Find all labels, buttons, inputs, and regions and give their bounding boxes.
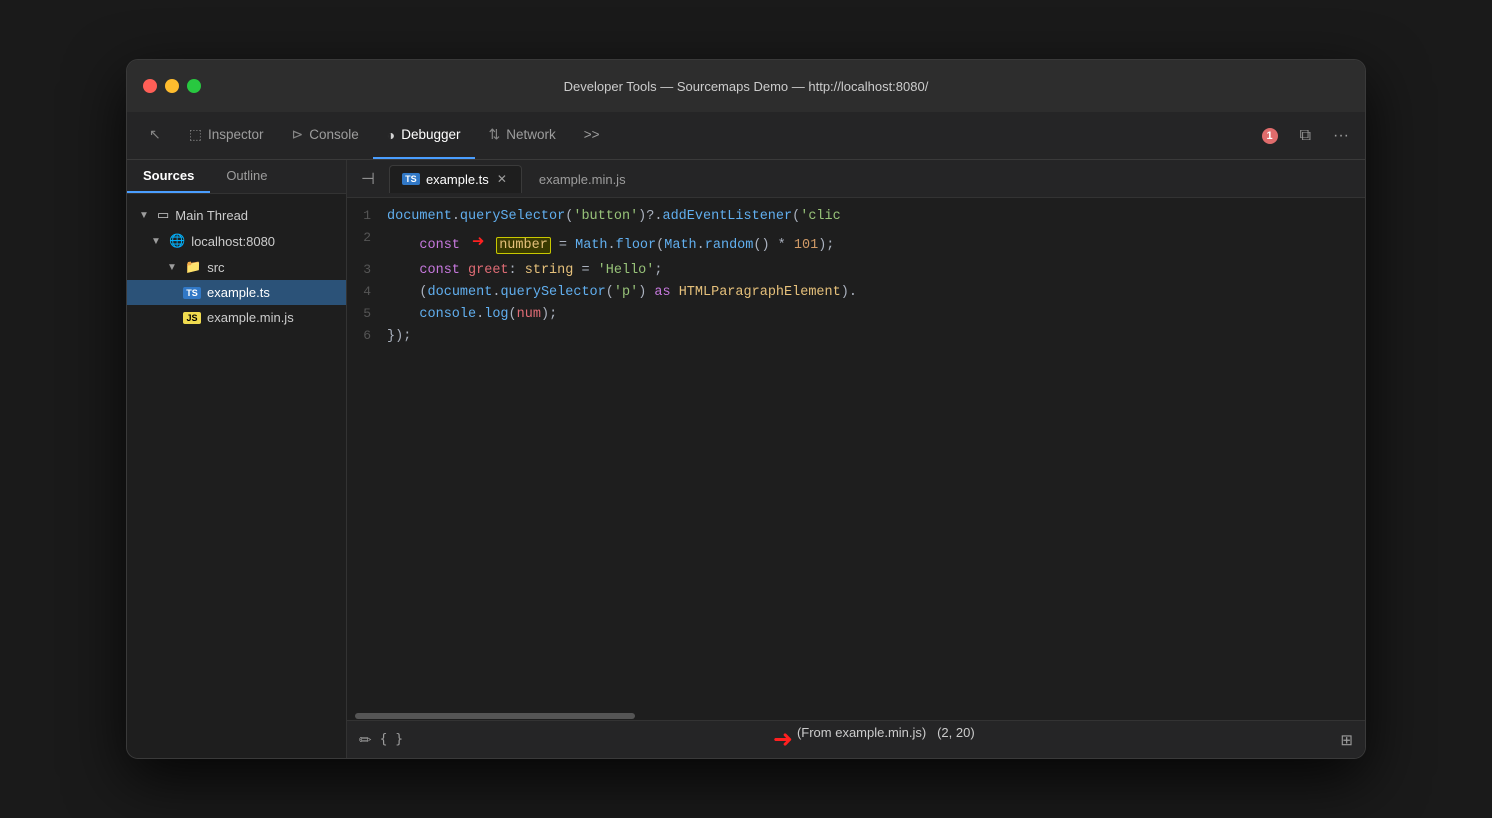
- sidebar-tab-sources[interactable]: Sources: [127, 160, 210, 193]
- debugger-label: Debugger: [401, 127, 460, 142]
- inspector-icon: ⬚: [189, 126, 202, 143]
- editor-tab-example-ts[interactable]: TS example.ts ✕: [389, 165, 522, 193]
- line-number-1: 1: [347, 206, 387, 227]
- source-label: (From example.min.js) (2, 20): [797, 725, 975, 754]
- editor-tab-example-min-js[interactable]: example.min.js: [526, 165, 639, 193]
- sidebar-tabs: Sources Outline: [127, 160, 346, 194]
- line-content-5: console.log(num);: [387, 304, 1365, 326]
- tab-network[interactable]: ⇅ Network: [475, 112, 570, 159]
- traffic-lights: [143, 79, 201, 93]
- close-button[interactable]: [143, 79, 157, 93]
- status-right: ⊞: [1340, 731, 1353, 749]
- js-badge: JS: [183, 312, 201, 324]
- close-tab-button[interactable]: ✕: [495, 172, 509, 186]
- sidebar-toggle-button[interactable]: ⊣: [355, 165, 381, 193]
- tree-file-example-min-js[interactable]: JS example.min.js: [127, 305, 346, 330]
- console-label: Console: [309, 127, 359, 142]
- line-content-2: const ➜ number = Math.floor(Math.random(…: [387, 228, 1365, 260]
- file-ts-label: example.ts: [207, 285, 270, 300]
- line-number-5: 5: [347, 304, 387, 325]
- debugger-icon: ◑: [387, 127, 395, 143]
- code-line-1: 1 document.querySelector('button')?.addE…: [347, 206, 1365, 228]
- highlight-number: number: [496, 237, 551, 254]
- horizontal-scrollbar[interactable]: [347, 712, 1365, 720]
- inspector-label: Inspector: [208, 127, 264, 142]
- line-content-4: (document.querySelector('p') as HTMLPara…: [387, 282, 1365, 304]
- line-number-3: 3: [347, 260, 387, 281]
- sidebar-tab-outline[interactable]: Outline: [210, 160, 283, 193]
- line-content-1: document.querySelector('button')?.addEve…: [387, 206, 1365, 228]
- main-content: Sources Outline ▼ ▭ Main Thread ▼ 🌐 loca…: [127, 160, 1365, 758]
- editor-area: ⊣ TS example.ts ✕ example.min.js 1 docum…: [347, 160, 1365, 758]
- devtools-window: Developer Tools — Sourcemaps Demo — http…: [126, 59, 1366, 759]
- line-content-6: });: [387, 326, 1365, 348]
- tree-localhost[interactable]: ▼ 🌐 localhost:8080: [127, 228, 346, 254]
- localhost-label: localhost:8080: [191, 234, 275, 249]
- tree-main-thread[interactable]: ▼ ▭ Main Thread: [127, 202, 346, 228]
- globe-icon: 🌐: [169, 233, 185, 249]
- sidebar-tree: ▼ ▭ Main Thread ▼ 🌐 localhost:8080 ▼ 📁 s…: [127, 194, 346, 758]
- network-label: Network: [506, 127, 556, 142]
- code-line-2: 2 const ➜ number = Math.floor(Math.rando…: [347, 228, 1365, 260]
- tab-console[interactable]: ⊳ Console: [278, 112, 373, 159]
- ts-badge: TS: [183, 287, 201, 299]
- responsive-button[interactable]: ⧉: [1292, 123, 1319, 149]
- red-arrow-line2: ➜: [472, 228, 484, 260]
- minimize-button[interactable]: [165, 79, 179, 93]
- pretty-print-icon[interactable]: ✏: [359, 731, 372, 749]
- title-bar: Developer Tools — Sourcemaps Demo — http…: [127, 60, 1365, 112]
- cursor-icon: ↖: [149, 126, 161, 143]
- tab-debugger[interactable]: ◑ Debugger: [373, 112, 475, 159]
- editor-tab-js-label: example.min.js: [539, 172, 626, 187]
- tree-file-example-ts[interactable]: TS example.ts: [127, 280, 346, 305]
- status-arrow-area: ➜ (From example.min.js) (2, 20): [411, 725, 1332, 754]
- arrow-icon: ▼: [139, 210, 151, 221]
- code-line-4: 4 (document.querySelector('p') as HTMLPa…: [347, 282, 1365, 304]
- line-number-6: 6: [347, 326, 387, 347]
- editor-tab-ts-label: example.ts: [426, 172, 489, 187]
- scrollbar-thumb[interactable]: [355, 713, 635, 719]
- tree-src[interactable]: ▼ 📁 src: [127, 254, 346, 280]
- error-badge[interactable]: 1: [1254, 126, 1286, 146]
- arrow-icon: ▼: [151, 236, 163, 247]
- tab-more[interactable]: >>: [570, 112, 614, 159]
- sidebar: Sources Outline ▼ ▭ Main Thread ▼ 🌐 loca…: [127, 160, 347, 758]
- status-bar: ✏ { } ➜ (From example.min.js) (2, 20) ⊞: [347, 720, 1365, 758]
- thread-icon: ▭: [157, 207, 169, 223]
- code-line-3: 3 const greet: string = 'Hello';: [347, 260, 1365, 282]
- window-title: Developer Tools — Sourcemaps Demo — http…: [564, 79, 929, 94]
- editor-tabs: ⊣ TS example.ts ✕ example.min.js: [347, 160, 1365, 198]
- more-icon: >>: [584, 127, 600, 142]
- tab-inspector[interactable]: ⬚ Inspector: [175, 112, 278, 159]
- network-icon: ⇅: [489, 126, 501, 143]
- line-number-4: 4: [347, 282, 387, 303]
- code-line-5: 5 console.log(num);: [347, 304, 1365, 326]
- toolbar-right: 1 ⧉ ···: [1254, 112, 1357, 159]
- code-view: 1 document.querySelector('button')?.addE…: [347, 198, 1365, 720]
- tab-cursor[interactable]: ↖: [135, 112, 175, 159]
- toolbar: ↖ ⬚ Inspector ⊳ Console ◑ Debugger ⇅ Net…: [127, 112, 1365, 160]
- source-map-icon[interactable]: ⊞: [1340, 731, 1353, 749]
- red-arrow-status: ➜: [773, 725, 793, 754]
- line-content-3: const greet: string = 'Hello';: [387, 260, 1365, 282]
- file-js-label: example.min.js: [207, 310, 294, 325]
- arrow-icon: ▼: [167, 262, 179, 273]
- error-count: 1: [1262, 128, 1278, 144]
- src-label: src: [207, 260, 224, 275]
- ts-badge: TS: [402, 173, 420, 185]
- folder-icon: 📁: [185, 259, 201, 275]
- braces-label[interactable]: { }: [380, 732, 403, 747]
- line-number-2: 2: [347, 228, 387, 249]
- maximize-button[interactable]: [187, 79, 201, 93]
- code-line-6: 6 });: [347, 326, 1365, 348]
- main-thread-label: Main Thread: [175, 208, 248, 223]
- menu-button[interactable]: ···: [1325, 123, 1357, 149]
- code-content[interactable]: 1 document.querySelector('button')?.addE…: [347, 198, 1365, 712]
- console-icon: ⊳: [292, 126, 304, 143]
